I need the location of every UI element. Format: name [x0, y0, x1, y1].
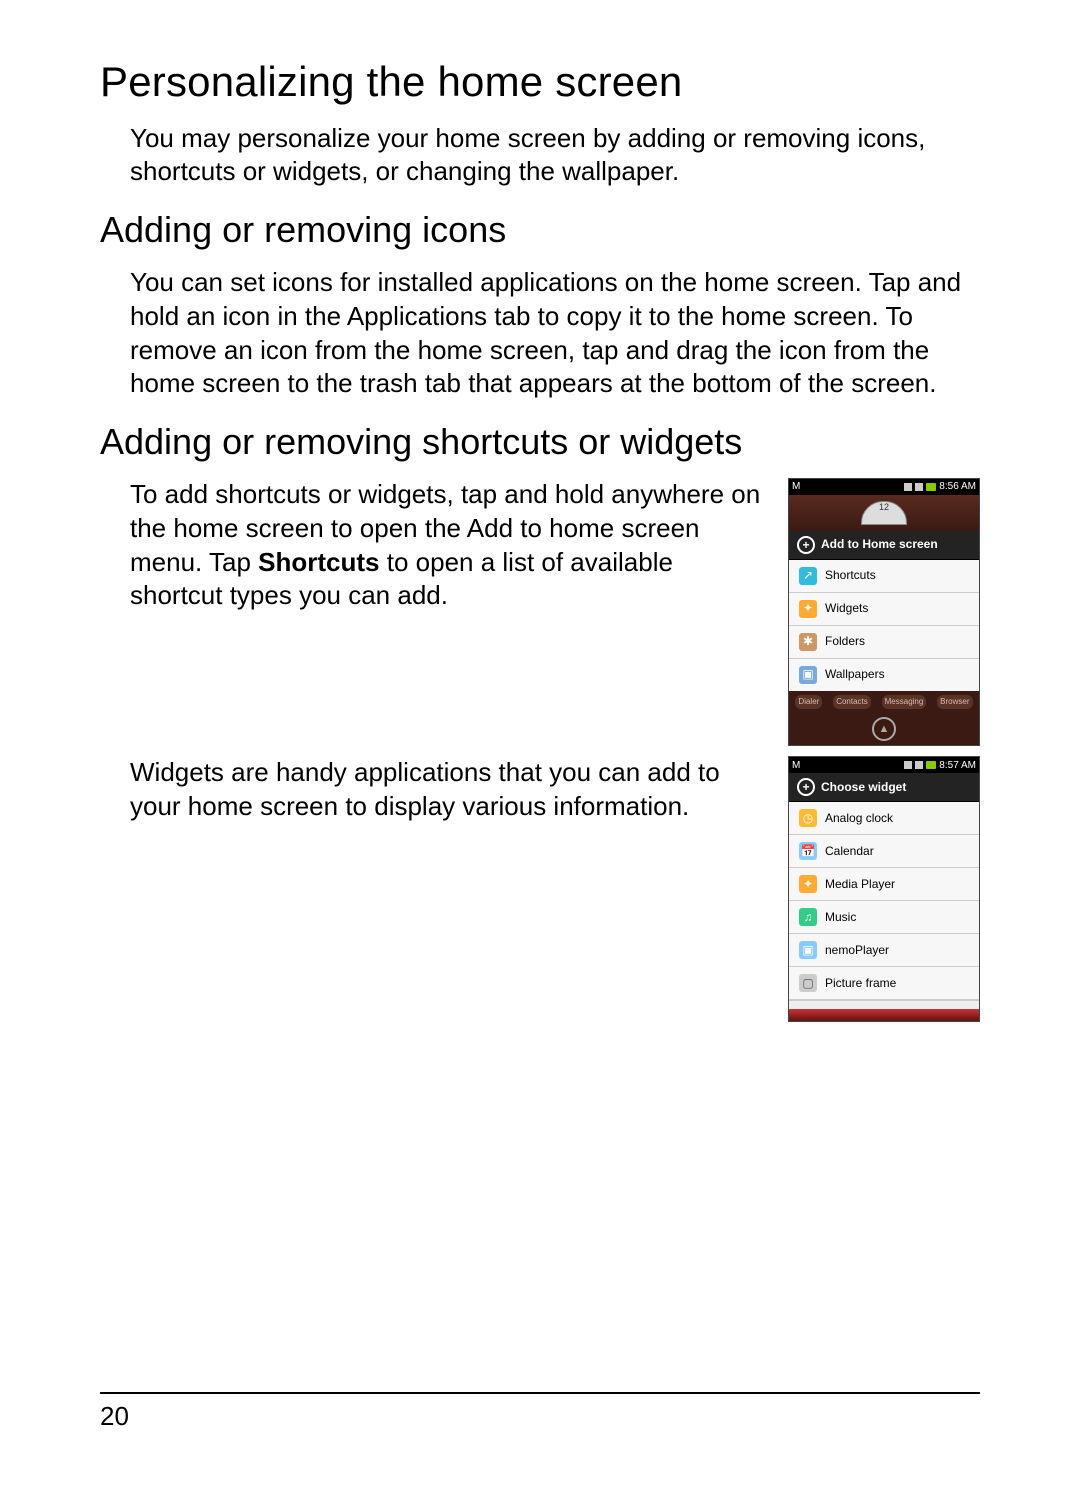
plus-circle-icon: + [797, 536, 815, 554]
widget-icon: ✦ [799, 600, 817, 618]
clock-widget-area: 12 [789, 495, 979, 531]
quick-launch-bar: Dialer Contacts Messaging Browser [789, 691, 979, 713]
app-drawer-handle-icon[interactable]: ▲ [872, 717, 896, 741]
menu-item-label: Shortcuts [825, 568, 876, 584]
status-time: 8:56 AM [939, 480, 976, 493]
menu-item-label: Folders [825, 634, 865, 650]
memory-icon: M [792, 759, 800, 772]
paragraph-shortcuts-bold: Shortcuts [258, 547, 379, 577]
widget-item-media-player[interactable]: ✦ Media Player [789, 868, 979, 901]
paragraph-icons: You can set icons for installed applicat… [130, 266, 980, 401]
widget-item-music[interactable]: ♫ Music [789, 901, 979, 934]
widget-item-picture-frame[interactable]: ▢ Picture frame [789, 967, 979, 1000]
menu-item-widgets[interactable]: ✦ Widgets [789, 593, 979, 626]
battery-icon [926, 483, 936, 491]
menu-item-label: Picture frame [825, 976, 896, 992]
heading-personalizing: Personalizing the home screen [100, 55, 980, 110]
music-icon: ♫ [799, 908, 817, 926]
menu-item-label: Widgets [825, 601, 868, 617]
phone-bottom-strip [789, 1009, 979, 1021]
calendar-icon: 📅 [799, 842, 817, 860]
menu-item-wallpapers[interactable]: ▣ Wallpapers [789, 659, 979, 691]
widget-item-nemoplayer[interactable]: ▣ nemoPlayer [789, 934, 979, 967]
menu-item-label: Media Player [825, 877, 895, 893]
page-number: 20 [100, 1400, 129, 1434]
plus-circle-icon: + [797, 778, 815, 796]
quick-messaging[interactable]: Messaging [882, 695, 927, 709]
menu-header-label: Choose widget [821, 780, 906, 796]
folder-icon: ✱ [799, 633, 817, 651]
menu-header-choose: + Choose widget [789, 773, 979, 802]
footer-rule [100, 1392, 980, 1394]
list-partial-item [789, 1000, 979, 1009]
shortcut-icon: ↗ [799, 567, 817, 585]
add-menu-list: ↗ Shortcuts ✦ Widgets ✱ Folders ▣ Wallpa… [789, 560, 979, 691]
menu-header-add: + Add to Home screen [789, 531, 979, 560]
picture-frame-icon: ▢ [799, 974, 817, 992]
battery-icon [926, 761, 936, 769]
media-player-icon: ✦ [799, 875, 817, 893]
quick-contacts[interactable]: Contacts [833, 695, 871, 709]
menu-item-label: Music [825, 910, 856, 926]
nemoplayer-icon: ▣ [799, 941, 817, 959]
analog-clock-icon: 12 [861, 501, 907, 525]
menu-item-label: Analog clock [825, 811, 893, 827]
status-bar: M 8:57 AM [789, 757, 979, 773]
wallpaper-icon: ▣ [799, 666, 817, 684]
widget-item-analog-clock[interactable]: ◷ Analog clock [789, 802, 979, 835]
signal-3g-icon [904, 761, 912, 769]
widget-item-calendar[interactable]: 📅 Calendar [789, 835, 979, 868]
paragraph-widgets: Widgets are handy applications that you … [130, 756, 770, 824]
phone-screenshot-add-to-home: M 8:56 AM 12 + Add to Home screen ↗ Shor… [788, 478, 980, 746]
signal-bars-icon [915, 483, 923, 491]
intro-paragraph: You may personalize your home screen by … [130, 122, 980, 190]
signal-bars-icon [915, 761, 923, 769]
menu-item-label: Wallpapers [825, 667, 885, 683]
signal-3g-icon [904, 483, 912, 491]
menu-item-label: Calendar [825, 844, 874, 860]
analog-clock-icon: ◷ [799, 809, 817, 827]
menu-item-shortcuts[interactable]: ↗ Shortcuts [789, 560, 979, 593]
choose-widget-list: ◷ Analog clock 📅 Calendar ✦ Media Player… [789, 802, 979, 1009]
memory-icon: M [792, 480, 800, 493]
paragraph-shortcuts: To add shortcuts or widgets, tap and hol… [130, 478, 770, 613]
heading-icons: Adding or removing icons [100, 207, 980, 254]
menu-item-folders[interactable]: ✱ Folders [789, 626, 979, 659]
status-bar: M 8:56 AM [789, 479, 979, 495]
status-time: 8:57 AM [939, 759, 976, 772]
menu-header-label: Add to Home screen [821, 537, 938, 553]
phone-screenshot-choose-widget: M 8:57 AM + Choose widget ◷ Analog clock [788, 756, 980, 1022]
quick-dialer[interactable]: Dialer [795, 695, 822, 709]
app-drawer-handle-row: ▲ [789, 713, 979, 745]
quick-browser[interactable]: Browser [937, 695, 972, 709]
menu-item-label: nemoPlayer [825, 943, 889, 959]
heading-shortcuts-widgets: Adding or removing shortcuts or widgets [100, 419, 980, 466]
